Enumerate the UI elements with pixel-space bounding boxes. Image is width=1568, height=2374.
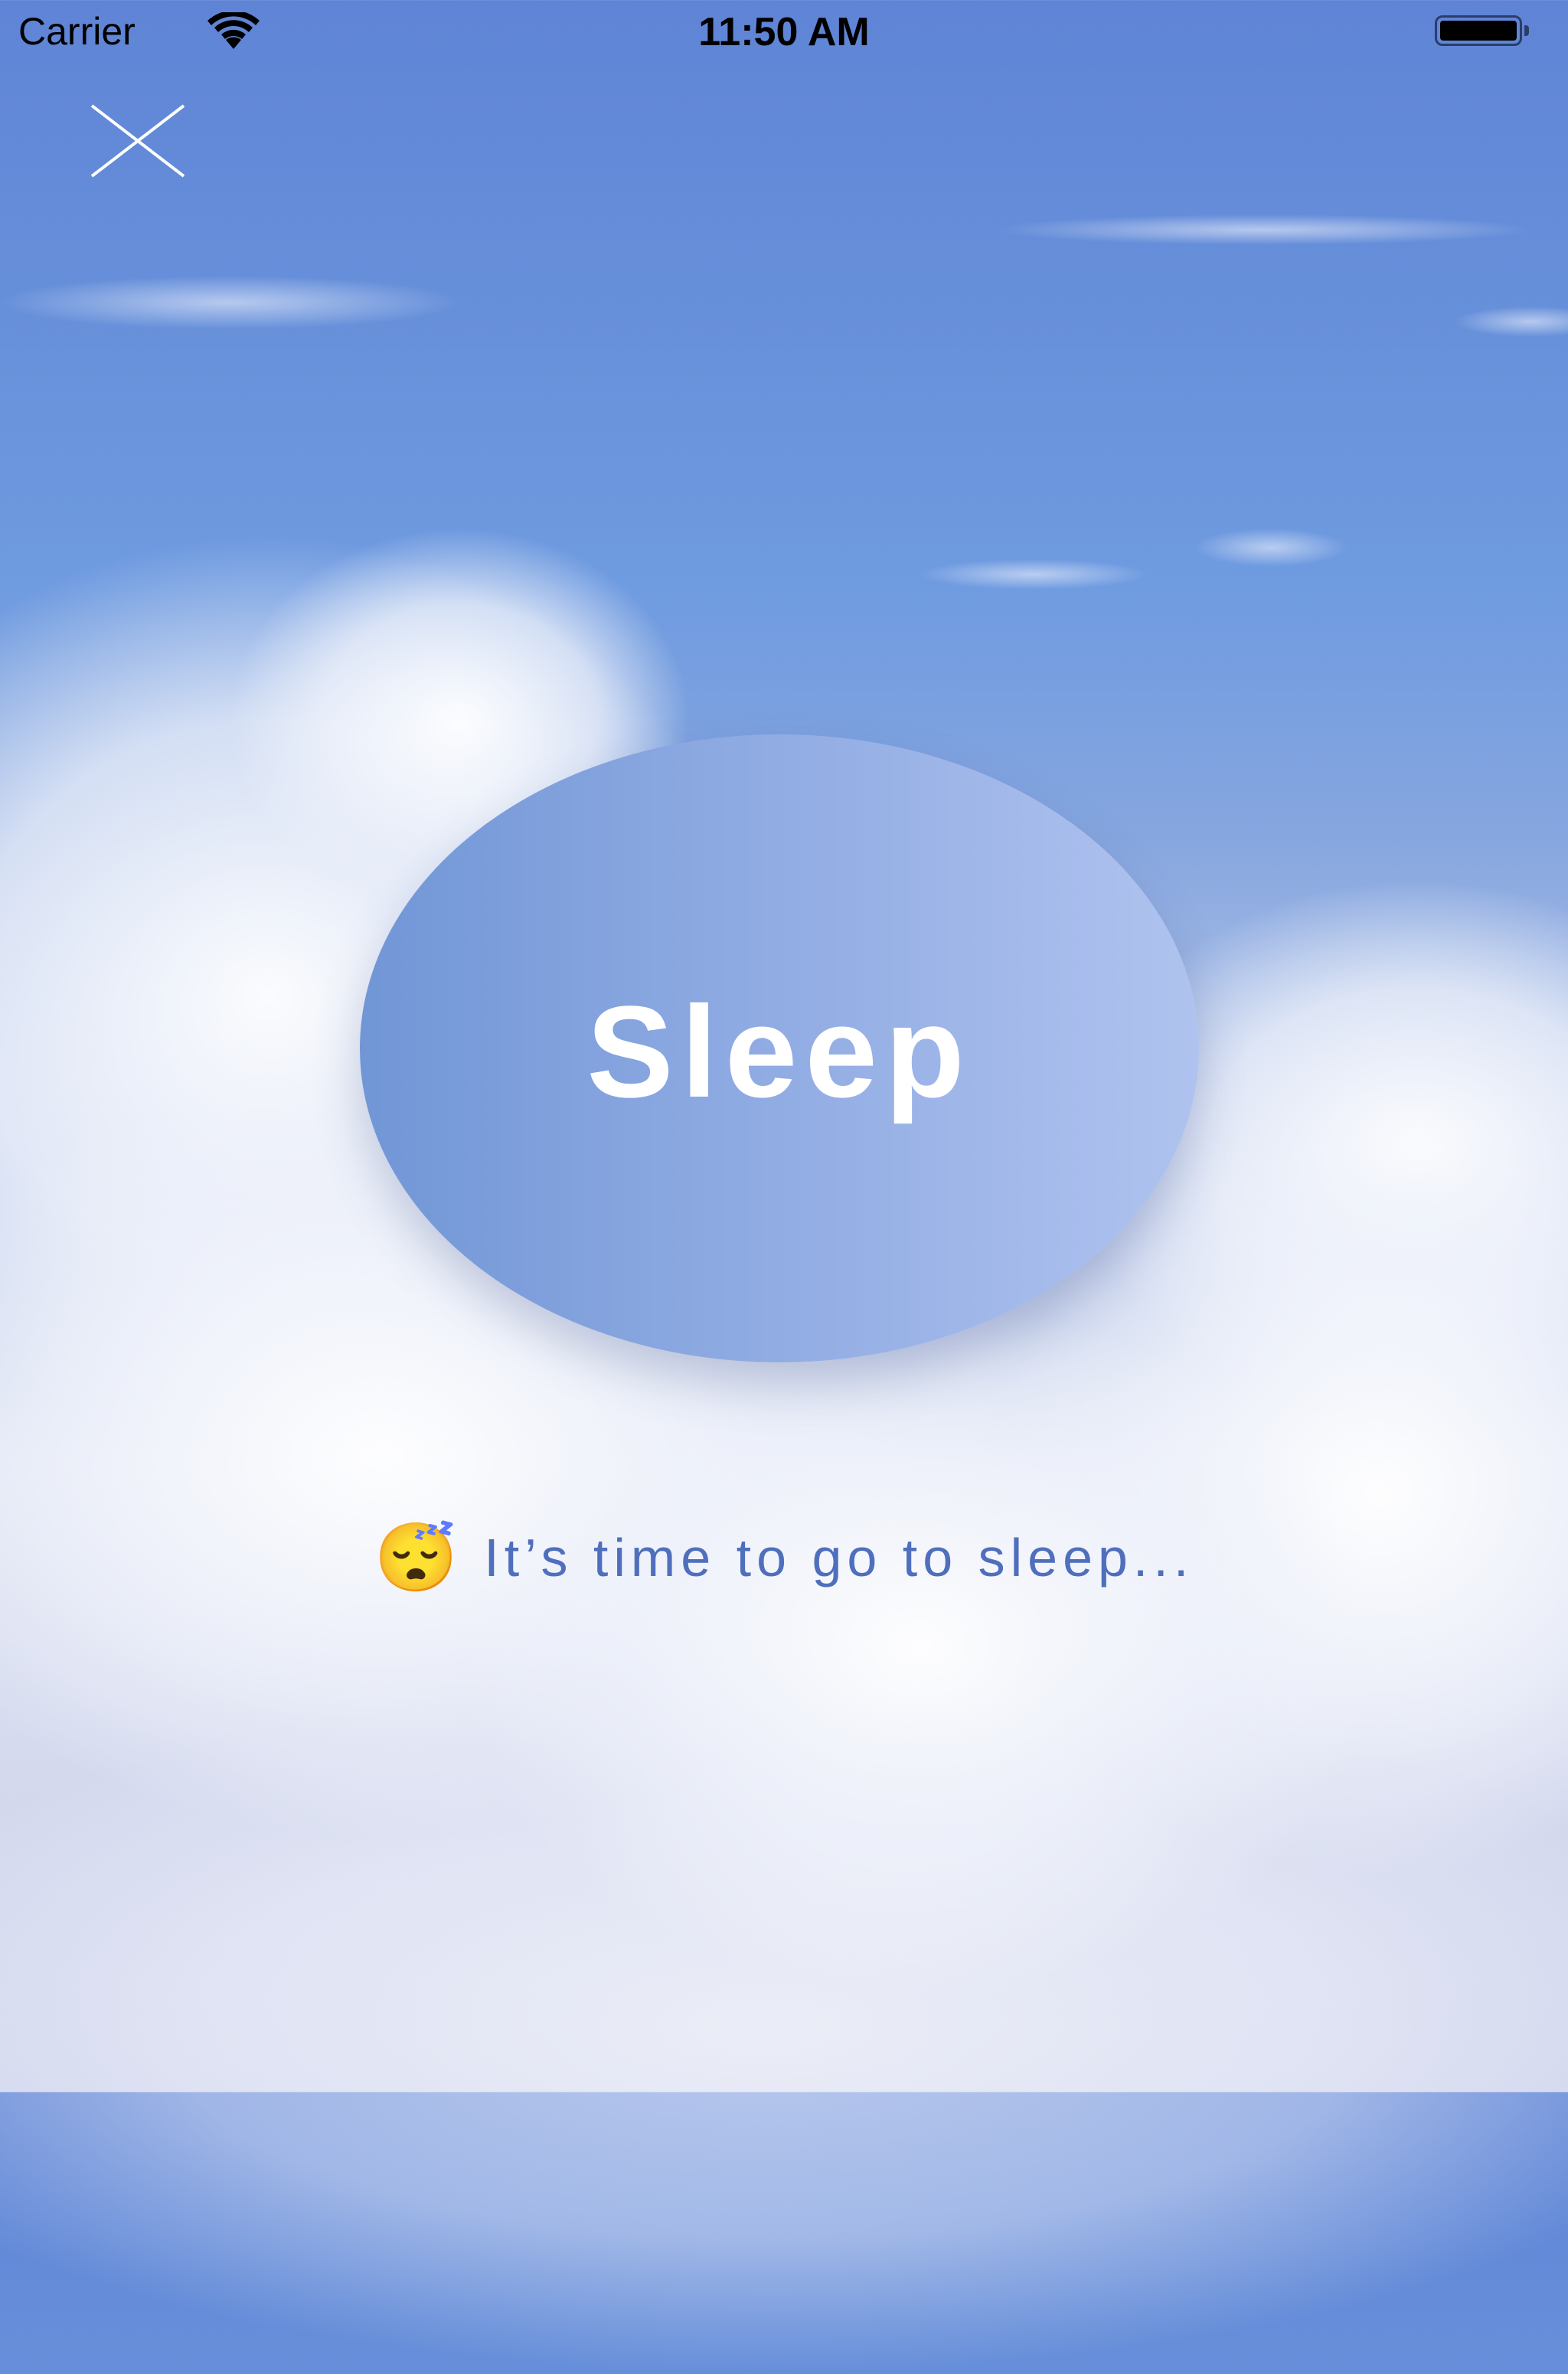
sleep-button[interactable]: Sleep — [360, 734, 1199, 1362]
sleep-message: 😴 It’s time to go to sleep... — [0, 1524, 1568, 1591]
sleep-button-label: Sleep — [586, 979, 972, 1125]
close-icon — [90, 104, 185, 178]
close-button[interactable] — [89, 104, 187, 178]
clock: 11:50 AM — [698, 10, 870, 54]
sleeping-face-icon: 😴 — [374, 1519, 459, 1595]
battery-icon — [1435, 15, 1529, 46]
sleep-message-text: It’s time to go to sleep... — [484, 1528, 1194, 1588]
status-bar: Carrier 11:50 AM — [0, 0, 1568, 61]
